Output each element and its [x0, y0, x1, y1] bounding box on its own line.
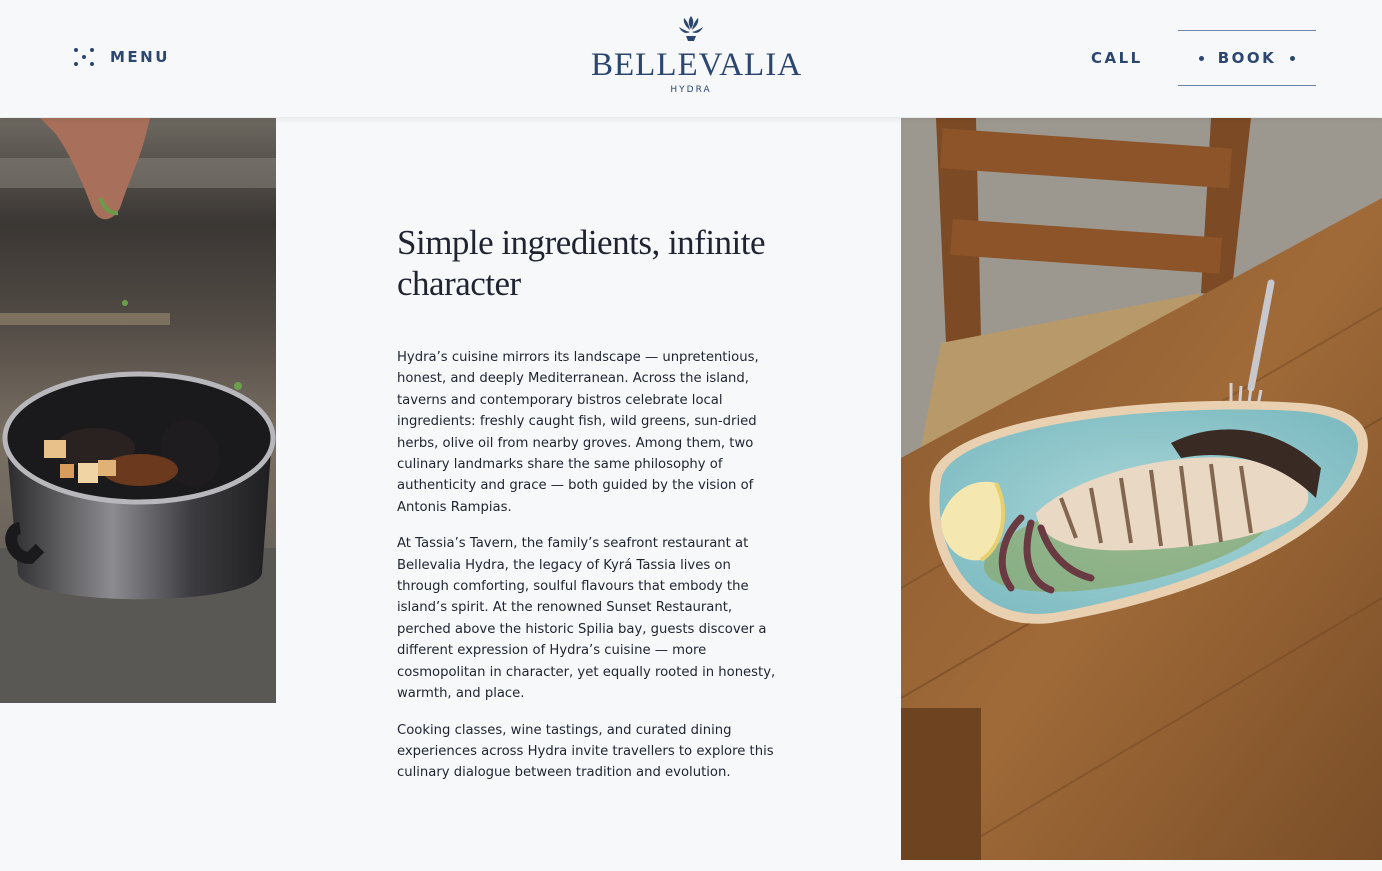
logo[interactable]: BELLEVALIA HYDRA — [591, 14, 803, 95]
grilled-squid-illustration — [901, 118, 1382, 860]
article-paragraph-1: Hydra’s cuisine mirrors its landscape — … — [397, 350, 759, 515]
article-paragraph-2: At Tassia’s Tavern, the family’s seafron… — [397, 536, 776, 702]
mussels-pot-illustration — [0, 118, 276, 703]
book-label: BOOK — [1217, 49, 1277, 67]
menu-dots-icon — [72, 46, 98, 68]
dot-icon — [1198, 55, 1204, 61]
logo-name: BELLEVALIA — [591, 47, 803, 83]
photo-mussels-pot — [0, 118, 276, 703]
call-button[interactable]: CALL — [1091, 49, 1143, 67]
book-button[interactable]: BOOK — [1178, 30, 1316, 86]
article-paragraph-3: Cooking classes, wine tastings, and cura… — [397, 722, 774, 781]
logo-location: HYDRA — [670, 85, 712, 95]
article: Simple ingredients, infinite character H… — [397, 222, 782, 799]
menu-button[interactable]: MENU — [72, 46, 170, 68]
dot-icon — [1290, 55, 1296, 61]
menu-label: MENU — [110, 48, 170, 66]
photo-grilled-squid — [901, 118, 1382, 860]
article-title: Simple ingredients, infinite character — [397, 223, 766, 303]
lily-crest-icon — [679, 16, 703, 41]
site-header: MENU BELLEVALIA HYDRA CALL BOOK — [0, 0, 1382, 117]
